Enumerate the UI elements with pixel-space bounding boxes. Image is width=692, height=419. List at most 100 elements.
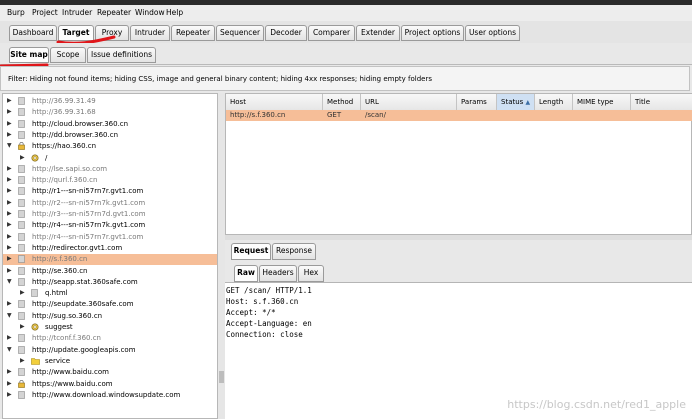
column-status-label: Status	[501, 98, 524, 106]
column-url[interactable]: URL	[361, 94, 457, 110]
tree-node[interactable]: ▶ http://www.download.windowsupdate.com	[3, 390, 217, 401]
tab-issue-definitions[interactable]: Issue definitions	[87, 47, 156, 63]
tree-node[interactable]: ▶ https://www.baidu.com	[3, 379, 217, 390]
menu-window[interactable]: Window	[135, 8, 165, 17]
expand-right-icon[interactable]: ▶	[7, 221, 12, 228]
menu-intruder[interactable]: Intruder	[62, 8, 92, 17]
expand-right-icon[interactable]: ▶	[7, 244, 12, 251]
filter-bar[interactable]: Filter: Hiding not found items; hiding C…	[0, 66, 690, 91]
menu-help[interactable]: Help	[166, 8, 183, 17]
expand-right-icon[interactable]: ▶	[7, 187, 12, 194]
expand-right-icon[interactable]: ▶	[20, 154, 25, 161]
expand-right-icon[interactable]: ▶	[7, 380, 12, 387]
expand-down-icon[interactable]: ▼	[7, 142, 12, 149]
page-icon	[18, 232, 25, 241]
tree-node[interactable]: ▶ service	[3, 356, 217, 367]
tab-site-map[interactable]: Site map	[9, 47, 49, 63]
tree-node[interactable]: ▼ http://update.googleapis.com	[3, 345, 217, 356]
expand-right-icon[interactable]: ▶	[7, 176, 12, 183]
tab-dashboard[interactable]: Dashboard	[9, 25, 57, 41]
expand-right-icon[interactable]: ▶	[7, 165, 12, 172]
tree-node[interactable]: ▶ http://r4---sn-ni57rn7r.gvt1.com	[3, 232, 217, 243]
expand-down-icon[interactable]: ▼	[7, 278, 12, 285]
tab-request[interactable]: Request	[231, 243, 271, 260]
expand-right-icon[interactable]: ▶	[7, 199, 12, 206]
column-params[interactable]: Params	[457, 94, 497, 110]
menu-project[interactable]: Project	[32, 8, 58, 17]
expand-right-icon[interactable]: ▶	[7, 120, 12, 127]
tree-node-label: https://www.baidu.com	[32, 379, 113, 388]
tree-node-label: http://seapp.stat.360safe.com	[32, 277, 138, 286]
tree-node[interactable]: ▶ http://36.99.31.68	[3, 107, 217, 118]
menu-repeater[interactable]: Repeater	[97, 8, 131, 17]
expand-right-icon[interactable]: ▶	[7, 391, 12, 398]
tab-project-options[interactable]: Project options	[401, 25, 464, 41]
tree-node[interactable]: ▶ suggest	[3, 322, 217, 333]
tree-node[interactable]: ▶ http://se.360.cn	[3, 266, 217, 277]
expand-right-icon[interactable]: ▶	[20, 289, 25, 296]
column-status[interactable]: Status ▲	[497, 94, 535, 110]
table-row[interactable]: http://s.f.360.cn GET /scan/	[226, 110, 692, 121]
tree-node[interactable]: ▶ http://redirector.gvt1.com	[3, 243, 217, 254]
expand-right-icon[interactable]: ▶	[7, 210, 12, 217]
tree-node[interactable]: ▶ http://r3---sn-ni57rn7d.gvt1.com	[3, 209, 217, 220]
site-map-tree[interactable]: ▶ http://36.99.31.49 ▶ http://36.99.31.68 ▶ h…	[2, 93, 218, 419]
tree-node-label: http://update.googleapis.com	[32, 345, 136, 354]
expand-down-icon[interactable]: ▼	[7, 312, 12, 319]
tab-intruder[interactable]: Intruder	[130, 25, 170, 41]
column-host[interactable]: Host	[226, 94, 323, 110]
expand-right-icon[interactable]: ▶	[20, 357, 25, 364]
tree-node[interactable]: ▶ http://s.f.360.cn	[3, 254, 217, 266]
tree-node[interactable]: ▼ http://seapp.stat.360safe.com	[3, 277, 217, 288]
tree-node[interactable]: ▶ http://dd.browser.360.cn	[3, 130, 217, 141]
tab-decoder[interactable]: Decoder	[265, 25, 307, 41]
tree-node[interactable]: ▶ q.html	[3, 288, 217, 299]
tree-scrollbar-thumb[interactable]	[219, 371, 224, 383]
tree-node[interactable]: ▶ http://tconf.f.360.cn	[3, 333, 217, 344]
expand-right-icon[interactable]: ▶	[7, 300, 12, 307]
tree-node-label: http://r4---sn-ni57rn7k.gvt1.com	[32, 221, 146, 230]
tab-sequencer[interactable]: Sequencer	[216, 25, 264, 41]
expand-right-icon[interactable]: ▶	[7, 233, 12, 240]
expand-right-icon[interactable]: ▶	[20, 323, 25, 330]
folder-icon	[31, 357, 40, 365]
tree-node[interactable]: ▼ http://sug.so.360.cn	[3, 311, 217, 322]
expand-right-icon[interactable]: ▶	[7, 97, 12, 104]
expand-right-icon[interactable]: ▶	[7, 131, 12, 138]
tab-user-options[interactable]: User options	[465, 25, 520, 41]
expand-right-icon[interactable]: ▶	[7, 267, 12, 274]
tab-comparer[interactable]: Comparer	[308, 25, 355, 41]
tab-raw[interactable]: Raw	[234, 265, 258, 282]
expand-right-icon[interactable]: ▶	[7, 255, 12, 262]
tree-node[interactable]: ▶ http://36.99.31.49	[3, 96, 217, 107]
page-icon	[18, 176, 25, 184]
expand-down-icon[interactable]: ▼	[7, 346, 12, 353]
column-length[interactable]: Length	[535, 94, 573, 110]
expand-right-icon[interactable]: ▶	[7, 334, 12, 341]
tree-node[interactable]: ▶ http://seupdate.360safe.com	[3, 299, 217, 310]
tree-node-label: http://qurl.f.360.cn	[32, 176, 98, 185]
tab-scope[interactable]: Scope	[50, 47, 86, 63]
tab-headers[interactable]: Headers	[259, 265, 297, 282]
tree-node-label: http://r1---sn-ni57rn7r.gvt1.com	[32, 187, 144, 196]
column-title[interactable]: Title	[631, 94, 692, 110]
tab-hex[interactable]: Hex	[298, 265, 324, 282]
column-mime-type[interactable]: MIME type	[573, 94, 631, 110]
tree-node[interactable]: ▶ http://r1---sn-ni57rn7r.gvt1.com	[3, 186, 217, 197]
tree-node[interactable]: ▶ http://www.baidu.com	[3, 367, 217, 378]
tree-node[interactable]: ▼ https://hao.360.cn	[3, 141, 217, 152]
tab-repeater[interactable]: Repeater	[171, 25, 215, 41]
tree-node[interactable]: ▶ http://lse.sapi.so.com	[3, 164, 217, 175]
tree-node-label: http://dd.browser.360.cn	[32, 130, 119, 139]
tree-node[interactable]: ▶ http://qurl.f.360.cn	[3, 175, 217, 186]
expand-right-icon[interactable]: ▶	[7, 108, 12, 115]
menu-burp[interactable]: Burp	[7, 8, 25, 17]
tab-extender[interactable]: Extender	[356, 25, 400, 41]
expand-right-icon[interactable]: ▶	[7, 368, 12, 375]
column-method[interactable]: Method	[323, 94, 361, 110]
tree-node[interactable]: ▶ http://r2---sn-ni57rn7k.gvt1.com	[3, 198, 217, 209]
tree-node[interactable]: ▶ /	[3, 153, 217, 164]
tree-node[interactable]: ▶ http://cloud.browser.360.cn	[3, 119, 217, 130]
tab-response[interactable]: Response	[272, 243, 316, 260]
tree-node[interactable]: ▶ http://r4---sn-ni57rn7k.gvt1.com	[3, 220, 217, 231]
